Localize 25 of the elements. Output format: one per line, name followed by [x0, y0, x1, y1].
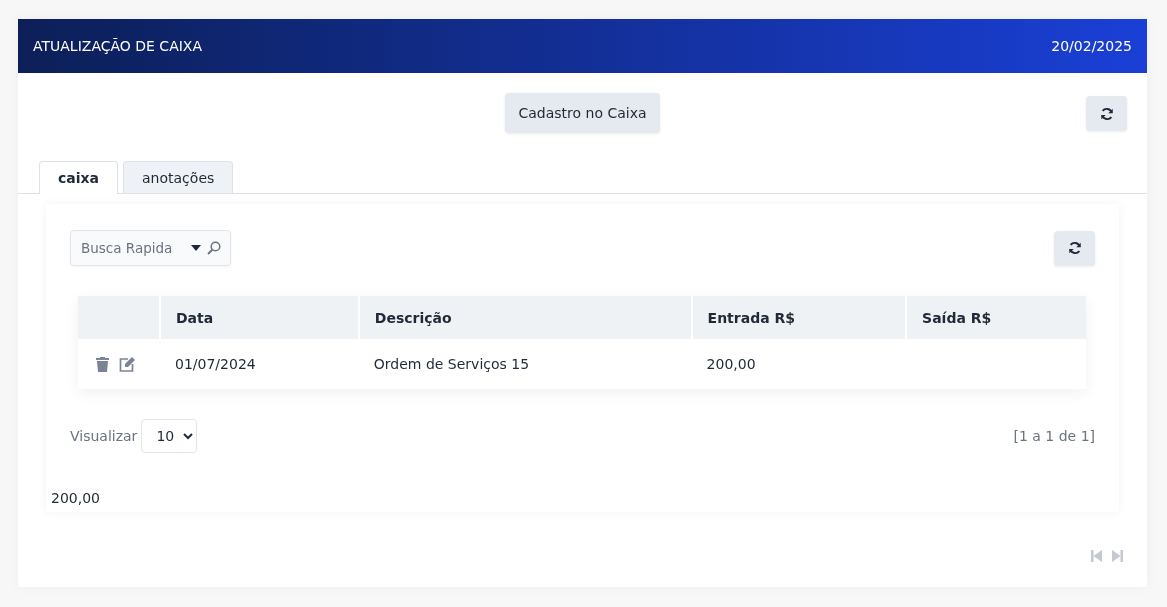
page-range: [1 a 1 de 1]: [1013, 428, 1095, 444]
date-label: 20/02/2025: [1051, 38, 1132, 54]
edit-icon[interactable]: [119, 356, 135, 372]
page-title: ATUALIZAÇÃO DE CAIXA: [33, 38, 203, 54]
tab[interactable]: anotações: [123, 161, 234, 193]
column-header: Descrição: [358, 296, 692, 339]
table-cell: 200,00: [706, 356, 756, 372]
refresh-button[interactable]: [1054, 230, 1095, 266]
refresh-icon: [1099, 106, 1114, 121]
column-header: Entrada R$: [691, 296, 907, 339]
search-icon: [207, 241, 221, 255]
search-field[interactable]: Busca Rapida: [70, 230, 231, 266]
column-header: Saída R$: [906, 296, 1086, 339]
register-button[interactable]: Cadastro no Caixa: [505, 93, 660, 133]
total-amount: 200,00: [51, 490, 100, 506]
tab[interactable]: caixa: [39, 161, 119, 194]
column-header: Data: [160, 296, 359, 339]
refresh-icon: [1067, 241, 1082, 255]
caret-icon: [191, 245, 201, 251]
table-cell: 01/07/2024: [175, 356, 256, 372]
refresh-button[interactable]: [1086, 96, 1127, 131]
table-cell: Ordem de Serviços 15: [373, 356, 530, 372]
trash-icon[interactable]: [96, 356, 109, 372]
page-size-label: Visualizar: [70, 428, 138, 444]
page-size-select[interactable]: 10: [141, 419, 198, 453]
